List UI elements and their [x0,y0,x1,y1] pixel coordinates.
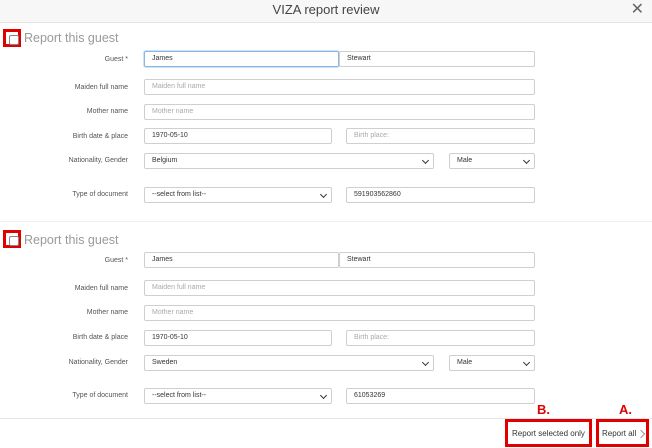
section-divider [0,221,652,222]
guest-label: Guest * [104,257,128,264]
guest-1-doc-number-input[interactable]: 591903562860 [346,187,535,203]
report-guest-1-label: Report this guest [24,31,119,45]
close-icon[interactable]: ✕ [631,0,644,20]
dialog-title: VIZA report review [272,2,380,17]
guest-1-doc-type-select[interactable]: --select from list-- [144,187,332,203]
report-all-label: Report all [602,429,637,438]
report-guest-2-highlight [3,230,21,248]
guest-2-doc-type-select[interactable]: --select from list-- [144,388,332,404]
guest-1-first-name-input[interactable]: James [144,51,339,67]
guest-1-nationality-select[interactable]: Belgium [144,153,434,169]
birth-label: Birth date & place [72,334,128,341]
birth-label: Birth date & place [72,133,128,140]
report-selected-button[interactable]: Report selected only [505,419,592,447]
guest-label: Guest * [104,56,128,63]
report-selected-label: Report selected only [512,429,585,438]
guest-2-birth-date-input[interactable]: 1970-05-10 [144,330,332,346]
guest-2-maiden-input[interactable]: Maiden full name [144,280,535,296]
annotation-a: A. [619,402,632,417]
guest-1-birth-date-input[interactable]: 1970-05-10 [144,128,332,144]
guest-1-maiden-input[interactable]: Maiden full name [144,79,535,95]
guest-1-last-name-input[interactable]: Stewart [339,51,535,67]
guest-2-gender-select[interactable]: Male [449,355,535,371]
chevron-right-icon [636,429,646,439]
guest-2-mother-input[interactable]: Mother name [144,305,535,321]
nationality-label: Nationality, Gender [68,157,128,164]
mother-label: Mother name [86,309,128,316]
mother-label: Mother name [86,108,128,115]
doc-type-label: Type of document [72,392,128,399]
guest-2-first-name-input[interactable]: James [144,252,339,268]
report-guest-2-checkbox[interactable] [9,236,19,246]
nationality-label: Nationality, Gender [68,359,128,366]
dialog-titlebar: VIZA report review ✕ [0,0,652,23]
guest-2-birth-place-input[interactable]: Birth place: [346,330,535,346]
doc-type-label: Type of document [72,191,128,198]
guest-1-birth-place-input[interactable]: Birth place: [346,128,535,144]
guest-1-gender-select[interactable]: Male [449,153,535,169]
report-guest-1-highlight [3,29,21,47]
guest-1-mother-input[interactable]: Mother name [144,104,535,120]
report-guest-2-label: Report this guest [24,233,119,247]
report-guest-1-checkbox[interactable] [9,35,19,45]
guest-2-last-name-input[interactable]: Stewart [339,252,535,268]
maiden-label: Maiden full name [74,84,128,91]
maiden-label: Maiden full name [74,285,128,292]
report-all-button[interactable]: Report all [596,419,649,447]
guest-2-doc-number-input[interactable]: 61053269 [346,388,535,404]
annotation-b: B. [537,402,550,417]
guest-2-nationality-select[interactable]: Sweden [144,355,434,371]
